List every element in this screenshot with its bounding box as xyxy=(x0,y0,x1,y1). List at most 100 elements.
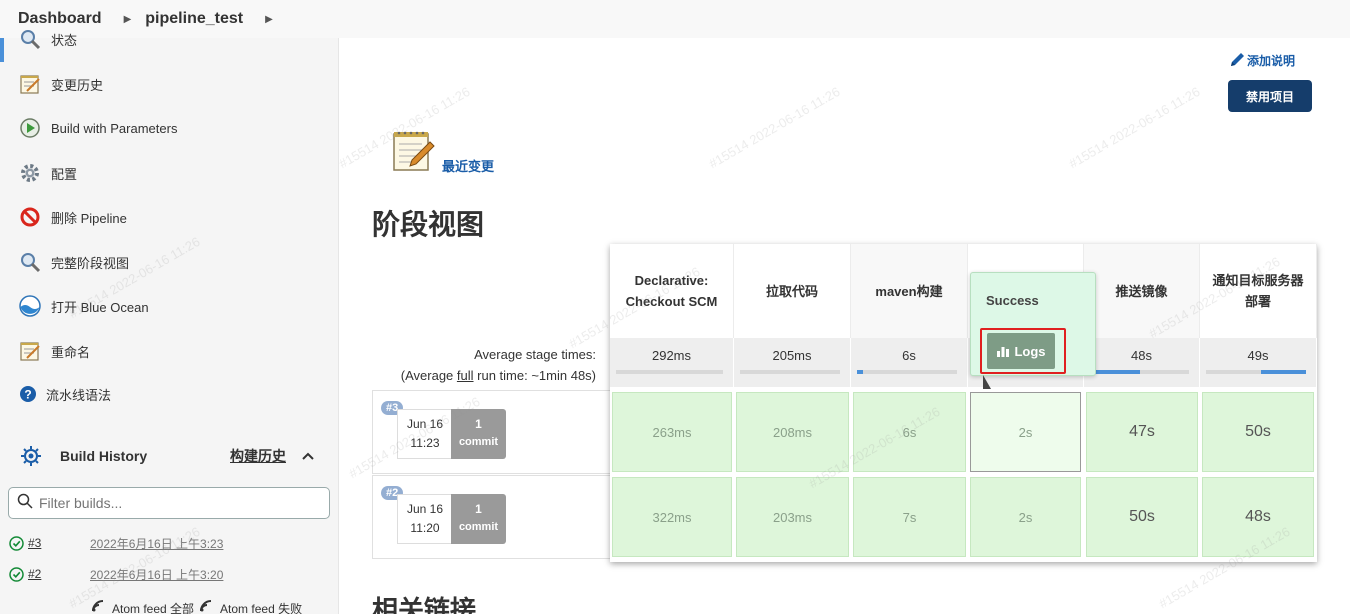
rss-icon xyxy=(200,600,214,614)
sidebar-item-build-with-parameters[interactable]: Build with Parameters xyxy=(18,115,177,141)
disable-project-button[interactable]: 禁用项目 xyxy=(1228,80,1312,112)
build-history-title: Build History xyxy=(60,448,148,464)
stage-average: 292ms xyxy=(610,338,734,387)
stage-view-title: 阶段视图 xyxy=(372,209,485,240)
stage-cell[interactable]: 50s xyxy=(1202,392,1314,472)
stage-cell[interactable]: 47s xyxy=(1086,392,1198,472)
stage-cell[interactable]: 263ms xyxy=(612,392,732,472)
gear-icon xyxy=(18,161,42,185)
atom-feeds: Atom feed 全部 Atom feed 失败 xyxy=(92,600,302,614)
stage-cell[interactable]: 50s xyxy=(1086,477,1198,557)
popover-status: Success xyxy=(986,293,1039,308)
sidebar-item-blue-ocean[interactable]: 打开 Blue Ocean xyxy=(18,293,149,319)
stage-header: 拉取代码 xyxy=(734,244,851,338)
sidebar-item-pipeline-syntax[interactable]: ? 流水线语法 xyxy=(18,381,111,407)
sidebar: 状态 变更历史 Build with Parameters 配置 删除 Pipe xyxy=(0,30,339,614)
sidebar-item-changes[interactable]: 变更历史 xyxy=(18,71,103,97)
commit-count-button[interactable]: 1 commit xyxy=(451,409,506,459)
run-datetime: Jun 16 11:20 xyxy=(397,494,453,544)
help-icon: ? xyxy=(18,382,38,406)
average-progress-bar xyxy=(1090,370,1189,374)
run-header-2[interactable]: #2 Jun 16 11:20 1 commit xyxy=(372,475,610,559)
atom-feed-all-link[interactable]: Atom feed 全部 xyxy=(112,600,194,614)
average-progress-bar xyxy=(1206,370,1306,374)
main-content: 添加说明 禁用项目 最近变更 阶段视图 Average stage times:… xyxy=(340,38,1350,614)
stage-header: Declarative: Checkout SCM xyxy=(610,244,734,338)
breadcrumb: Dashboard ▶ pipeline_test ▶ xyxy=(0,0,1350,38)
notepad-icon xyxy=(390,128,436,179)
pencil-icon xyxy=(1229,50,1247,71)
build-row[interactable]: #3 2022年6月16日 上午3:23 xyxy=(0,528,339,558)
bar-chart-icon xyxy=(996,345,1010,357)
stage-header: maven构建 xyxy=(851,244,968,338)
average-run-time-text: (Average full run time: ~1min 48s) xyxy=(400,368,596,383)
sidebar-item-label: 配置 xyxy=(51,166,78,182)
build-date-link[interactable]: 2022年6月16日 上午3:20 xyxy=(90,566,223,583)
stage-cell[interactable]: 208ms xyxy=(736,392,849,472)
average-progress-bar xyxy=(616,370,723,374)
stage-cell[interactable]: 2s xyxy=(970,477,1081,557)
svg-text:?: ? xyxy=(24,388,31,402)
breadcrumb-separator-icon[interactable]: ▶ xyxy=(124,14,132,25)
sidebar-item-label: 变更历史 xyxy=(51,77,104,93)
clock-play-icon xyxy=(18,116,42,140)
jenkins-pipeline-page: Dashboard ▶ pipeline_test ▶ 状态 变更历史 Buil… xyxy=(0,0,1350,614)
search-icon xyxy=(18,250,42,274)
build-number-link[interactable]: #3 xyxy=(28,536,41,550)
stage-cell[interactable]: 6s xyxy=(853,392,966,472)
average-stage-times-text: Average stage times: xyxy=(474,347,596,362)
filter-builds-field[interactable] xyxy=(8,487,330,519)
average-progress-bar xyxy=(857,370,957,374)
sidebar-item-status[interactable]: 状态 xyxy=(18,26,77,52)
success-check-icon xyxy=(9,536,24,551)
atom-feed-failed-link[interactable]: Atom feed 失败 xyxy=(220,600,302,614)
sidebar-item-label: 状态 xyxy=(51,32,78,48)
stage-status-popover: Success Logs xyxy=(970,272,1096,389)
sidebar-item-label: 完整阶段视图 xyxy=(51,255,130,271)
stage-cell[interactable]: 7s xyxy=(853,477,966,557)
run-time: 11:20 xyxy=(410,521,440,535)
full-run-time-link[interactable]: full xyxy=(457,368,474,383)
success-check-icon xyxy=(9,567,24,582)
stage-cell[interactable]: 48s xyxy=(1202,477,1314,557)
run-time: 11:23 xyxy=(410,436,440,450)
rss-icon xyxy=(92,600,106,614)
stage-average: 48s xyxy=(1084,338,1200,387)
sidebar-item-label: 打开 Blue Ocean xyxy=(51,299,149,315)
recent-changes: 最近变更 xyxy=(390,128,494,179)
logs-button[interactable]: Logs xyxy=(987,333,1055,369)
build-date-link[interactable]: 2022年6月16日 上午3:23 xyxy=(90,535,223,552)
sidebar-item-rename[interactable]: 重命名 xyxy=(18,338,90,364)
search-icon xyxy=(18,27,42,51)
build-trend-link[interactable]: 构建历史 xyxy=(230,446,286,466)
breadcrumb-job[interactable]: pipeline_test xyxy=(145,10,243,28)
run-header-3[interactable]: #3 Jun 16 11:23 1 commit xyxy=(372,390,610,474)
filter-builds-input[interactable] xyxy=(39,495,319,511)
build-history-header: Build History 构建历史 xyxy=(0,440,339,472)
average-progress-fill xyxy=(857,370,863,374)
stage-cell[interactable]: 322ms xyxy=(612,477,732,557)
sidebar-item-label: 流水线语法 xyxy=(46,387,112,403)
build-row[interactable]: #2 2022年6月16日 上午3:20 xyxy=(0,559,339,589)
sidebar-item-delete-pipeline[interactable]: 删除 Pipeline xyxy=(18,204,127,230)
sidebar-item-label: 重命名 xyxy=(51,344,91,360)
add-description-label: 添加说明 xyxy=(1247,54,1296,68)
sidebar-item-configure[interactable]: 配置 xyxy=(18,160,77,186)
blue-ocean-icon xyxy=(18,294,42,318)
recent-changes-link[interactable]: 最近变更 xyxy=(442,156,494,175)
stage-cell-selected[interactable]: 2s xyxy=(970,392,1081,472)
stage-average: 49s xyxy=(1200,338,1317,387)
no-entry-icon xyxy=(18,205,42,229)
commit-count-button[interactable]: 1 commit xyxy=(451,494,506,544)
sidebar-item-full-stage-view[interactable]: 完整阶段视图 xyxy=(18,249,129,275)
logs-label: Logs xyxy=(1014,343,1046,359)
run-datetime: Jun 16 11:23 xyxy=(397,409,453,459)
stage-cell[interactable]: 203ms xyxy=(736,477,849,557)
breadcrumb-separator-icon[interactable]: ▶ xyxy=(265,14,273,25)
build-number-link[interactable]: #2 xyxy=(28,567,41,581)
search-icon xyxy=(17,493,33,514)
stage-average: 6s xyxy=(851,338,968,387)
add-description-link[interactable]: 添加说明 xyxy=(1229,50,1295,71)
build-history-gear-icon xyxy=(20,445,42,467)
chevron-up-icon[interactable] xyxy=(298,446,318,466)
